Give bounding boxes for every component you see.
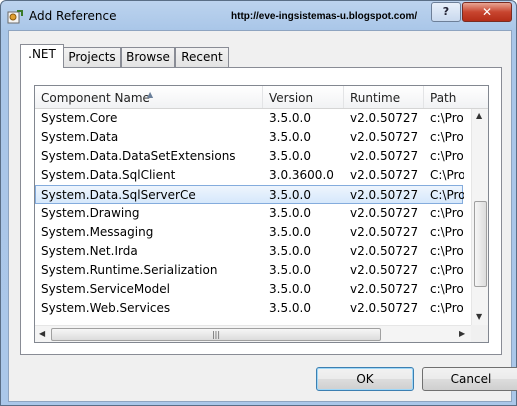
cell-name: System.Data <box>41 130 119 144</box>
cell-name: System.Data.SqlClient <box>41 168 176 182</box>
cell-version: 3.5.0.0 <box>269 244 311 258</box>
dialog-title: Add Reference <box>29 9 117 23</box>
component-list[interactable]: Component Name ▲ Version Runtime Path Sy… <box>34 85 489 343</box>
cell-runtime: v2.0.50727 <box>350 244 419 258</box>
cell-name: System.Drawing <box>41 206 140 220</box>
cell-runtime: v2.0.50727 <box>350 168 419 182</box>
cell-name: System.Core <box>41 111 118 125</box>
cell-version: 3.5.0.0 <box>269 282 311 296</box>
cell-runtime: v2.0.50727 <box>350 225 419 239</box>
table-row[interactable]: System.ServiceModel 3.5.0.0 v2.0.50727 c:\P… <box>35 280 464 299</box>
title-bar[interactable]: Add Reference http://eve-ingsistemas-u.b… <box>1 1 516 31</box>
cell-runtime: v2.0.50727 <box>350 206 419 220</box>
cell-runtime: v2.0.50727 <box>350 111 419 125</box>
close-button[interactable]: ✕ <box>462 2 512 22</box>
table-row[interactable]: System.Drawing 3.5.0.0 v2.0.50727 c:\Pro <box>35 204 464 223</box>
table-row[interactable]: System.Data 3.5.0.0 v2.0.50727 c:\Pro <box>35 128 464 147</box>
cell-runtime: v2.0.50727 <box>350 149 419 163</box>
cell-runtime: v2.0.50727 <box>350 188 419 202</box>
column-header-version[interactable]: Version <box>263 86 344 108</box>
cell-version: 3.5.0.0 <box>269 263 311 277</box>
table-row[interactable]: System.Messaging 3.5.0.0 v2.0.50727 c:\Pro <box>35 223 464 242</box>
cell-path: C:\Pro <box>430 168 464 182</box>
cell-name: System.Messaging <box>41 225 154 239</box>
cell-version: 3.0.3600.0 <box>269 168 334 182</box>
tab-panel: Component Name ▲ Version Runtime Path Sy… <box>20 67 502 355</box>
cell-path: c:\Pro <box>430 263 464 277</box>
vertical-scrollbar[interactable]: ▲ ▼ <box>471 109 488 325</box>
watermark-text: http://eve-ingsistemas-u.blogspot.com/ <box>231 11 418 22</box>
cell-path: c:\Pro <box>430 111 464 125</box>
table-row[interactable]: System.Data.SqlClient 3.0.3600.0 v2.0.5072… <box>35 166 464 185</box>
table-row[interactable]: System.Data.DataSetExtensions 3.5.0.0 v2.0… <box>35 147 464 166</box>
cell-path: C:\Pro <box>430 188 464 202</box>
cell-name: System.Net.Irda <box>41 244 138 258</box>
cell-name: System.Runtime.Serialization <box>41 263 218 277</box>
tab-browse[interactable]: Browse <box>121 47 175 67</box>
sort-up-icon: ▲ <box>147 90 154 99</box>
column-header-path[interactable]: Path <box>424 86 488 108</box>
scroll-left-icon[interactable]: ◀ <box>39 329 45 338</box>
scroll-up-icon[interactable]: ▲ <box>476 111 482 120</box>
cell-version: 3.5.0.0 <box>269 111 311 125</box>
cell-runtime: v2.0.50727 <box>350 301 419 315</box>
list-header: Component Name ▲ Version Runtime Path <box>35 86 488 109</box>
add-reference-icon <box>7 10 23 24</box>
cell-path: c:\Pro <box>430 225 464 239</box>
tab-projects[interactable]: Projects <box>63 47 121 67</box>
table-row[interactable]: System.Core 3.5.0.0 v2.0.50727 c:\Pro <box>35 109 464 128</box>
cell-path: c:\Pro <box>430 301 464 315</box>
table-row[interactable]: System.Net.Irda 3.5.0.0 v2.0.50727 c:\Pro <box>35 242 464 261</box>
dialog-body: .NET Projects Browse Recent Component Na… <box>8 30 517 402</box>
scrollbar-corner <box>471 325 488 342</box>
cell-version: 3.5.0.0 <box>269 206 311 220</box>
cell-path: c:\Pro <box>430 282 464 296</box>
cell-path: c:\Pro <box>430 244 464 258</box>
vertical-scroll-thumb[interactable] <box>474 201 487 287</box>
scroll-right-icon[interactable]: ▶ <box>459 329 465 338</box>
table-row[interactable]: System.Web.Services 3.5.0.0 v2.0.50727 c:\P… <box>35 299 464 318</box>
tab-recent[interactable]: Recent <box>175 47 229 67</box>
cell-path: c:\Pro <box>430 130 464 144</box>
column-header-runtime[interactable]: Runtime <box>344 86 424 108</box>
tab-dotnet[interactable]: .NET <box>20 44 64 68</box>
cancel-button[interactable]: Cancel <box>422 367 517 391</box>
cell-name: System.Data.DataSetExtensions <box>41 149 236 163</box>
column-label: Component Name <box>41 91 150 105</box>
cell-name: System.ServiceModel <box>41 282 170 296</box>
add-reference-dialog: Add Reference http://eve-ingsistemas-u.b… <box>0 0 517 406</box>
cell-version: 3.5.0.0 <box>269 130 311 144</box>
cell-name: System.Web.Services <box>41 301 171 315</box>
column-header-component-name[interactable]: Component Name ▲ <box>35 86 263 108</box>
horizontal-scroll-thumb[interactable]: ||| <box>51 328 381 341</box>
cell-version: 3.5.0.0 <box>269 225 311 239</box>
scroll-down-icon[interactable]: ▼ <box>476 312 482 321</box>
horizontal-scrollbar[interactable]: ◀ ||| ▶ <box>35 325 471 342</box>
ok-button[interactable]: OK <box>316 367 414 391</box>
help-button[interactable]: ? <box>431 2 461 22</box>
cell-runtime: v2.0.50727 <box>350 263 419 277</box>
cell-path: c:\Pro <box>430 149 464 163</box>
cell-version: 3.5.0.0 <box>269 149 311 163</box>
cell-runtime: v2.0.50727 <box>350 282 419 296</box>
cell-version: 3.5.0.0 <box>269 188 311 202</box>
cell-name: System.Data.SqlServerCe <box>41 188 196 202</box>
table-row[interactable]: System.Data.SqlServerCe 3.5.0.0 v2.0.50727… <box>35 185 464 204</box>
cell-version: 3.5.0.0 <box>269 301 311 315</box>
cell-runtime: v2.0.50727 <box>350 130 419 144</box>
cell-path: c:\Pro <box>430 206 464 220</box>
table-row[interactable]: System.Runtime.Serialization 3.5.0.0 v2.0.… <box>35 261 464 280</box>
